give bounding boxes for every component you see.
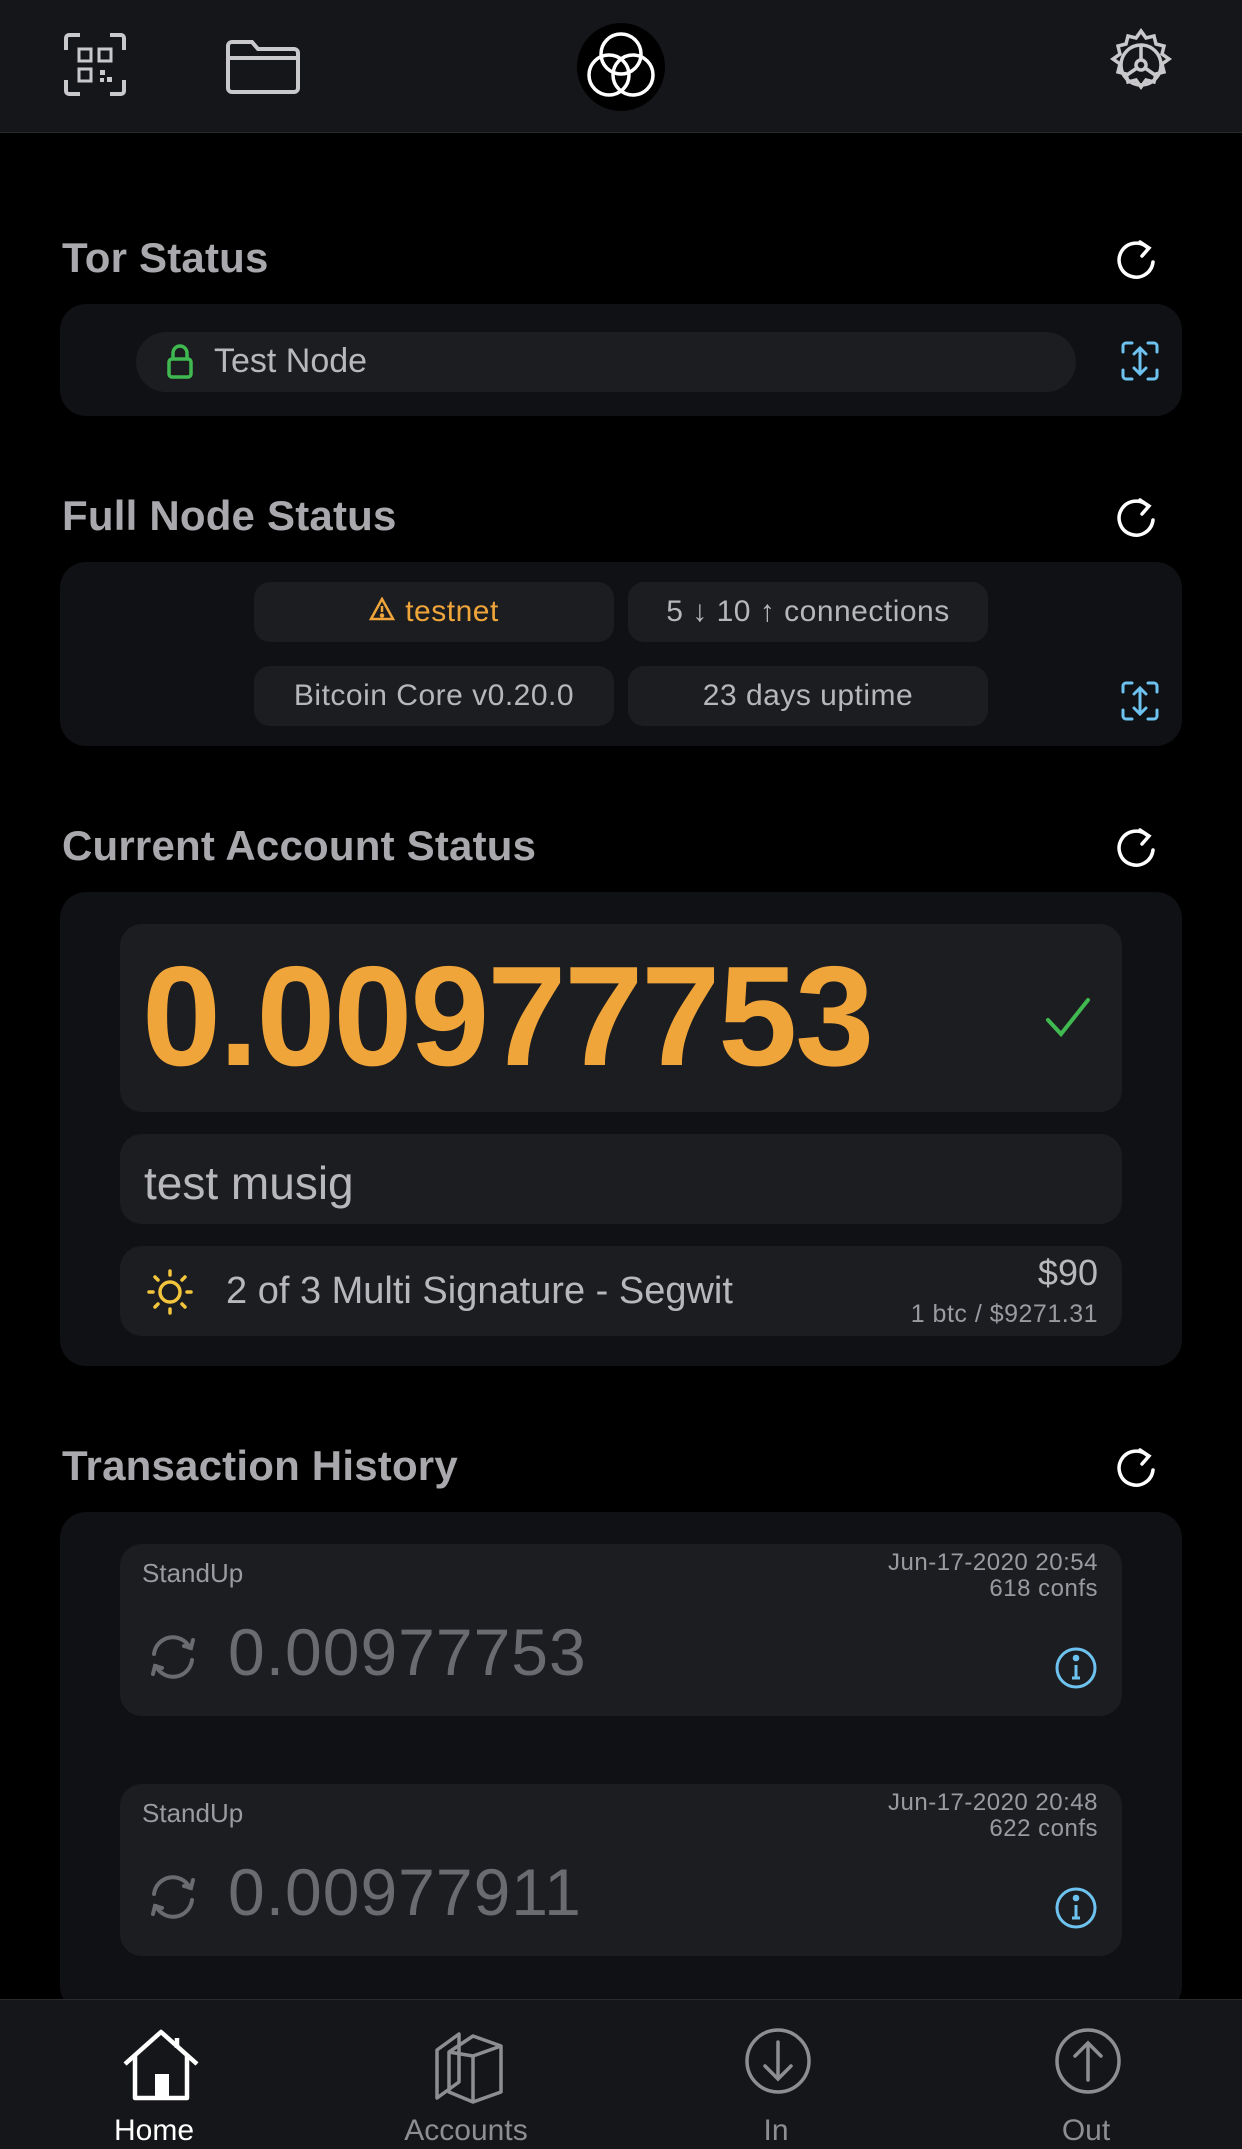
balance-box[interactable]: 0.00977753 xyxy=(120,924,1122,1112)
transaction-history-title: Transaction History xyxy=(62,1442,458,1489)
account-status-card: 0.00977753 test musig 2 of 3 Multi Signa… xyxy=(60,892,1182,1366)
home-icon xyxy=(123,2029,199,2101)
tx-date: Jun-17-2020 20:54 xyxy=(888,1549,1098,1576)
expand-icon[interactable] xyxy=(1120,340,1160,387)
gear-icon[interactable] xyxy=(1104,27,1178,102)
account-status-title: Current Account Status xyxy=(62,822,537,869)
tab-home[interactable]: Home xyxy=(54,2000,254,2149)
tor-status-title: Tor Status xyxy=(62,234,269,281)
transaction-row[interactable]: StandUp Jun-17-2020 20:48 622 confs 0.00… xyxy=(120,1784,1122,1956)
info-icon[interactable] xyxy=(1054,1646,1098,1695)
tab-bar: Home Accounts In Out xyxy=(0,1999,1242,2149)
account-name: test musig xyxy=(144,1157,354,1209)
full-node-status-title: Full Node Status xyxy=(62,492,397,539)
arrow-up-circle-icon xyxy=(1055,2028,1121,2094)
account-name-box[interactable]: test musig xyxy=(120,1134,1122,1224)
tx-amount: 0.00977911 xyxy=(228,1855,582,1929)
network-label: testnet xyxy=(405,595,499,628)
version-badge: Bitcoin Core v0.20.0 xyxy=(254,666,614,726)
full-node-status-card: testnet 5 ↓ 10 ↑ connections Bitcoin Cor… xyxy=(60,562,1182,746)
tx-date: Jun-17-2020 20:48 xyxy=(888,1789,1098,1816)
tab-label: Home xyxy=(113,2114,195,2147)
tx-confs: 618 confs xyxy=(989,1575,1098,1602)
fiat-value: $90 xyxy=(1037,1252,1098,1293)
btc-rate: 1 btc / $9271.31 xyxy=(910,1300,1098,1328)
logo-rings-icon xyxy=(576,22,666,112)
network-badge: testnet xyxy=(254,582,614,642)
expand-icon[interactable] xyxy=(1120,680,1160,727)
tab-accounts[interactable]: Accounts xyxy=(366,2000,566,2149)
tab-in[interactable]: In xyxy=(676,2000,876,2149)
account-type: 2 of 3 Multi Signature - Segwit xyxy=(226,1270,733,1312)
qr-scan-icon[interactable] xyxy=(62,32,128,98)
stacked-cards-icon xyxy=(435,2032,503,2104)
top-bar xyxy=(0,0,1242,133)
tor-node-label: Test Node xyxy=(214,342,368,380)
arrow-down-circle-icon xyxy=(745,2028,811,2094)
sun-icon xyxy=(146,1268,194,1321)
uptime-badge: 23 days uptime xyxy=(628,666,988,726)
refresh-icon[interactable] xyxy=(1112,1444,1160,1492)
tor-status-card: Test Node xyxy=(60,304,1182,416)
sync-icon xyxy=(146,1634,200,1685)
refresh-icon[interactable] xyxy=(1112,494,1160,542)
tab-out[interactable]: Out xyxy=(986,2000,1186,2149)
tor-node-pill[interactable]: Test Node xyxy=(136,332,1076,392)
info-icon[interactable] xyxy=(1054,1886,1098,1935)
transaction-row[interactable]: StandUp Jun-17-2020 20:54 618 confs 0.00… xyxy=(120,1544,1122,1716)
tab-label: Out xyxy=(1061,2114,1111,2147)
tab-label: Accounts xyxy=(404,2114,528,2147)
refresh-icon[interactable] xyxy=(1112,236,1160,284)
account-type-box[interactable]: 2 of 3 Multi Signature - Segwit $90 1 bt… xyxy=(120,1246,1122,1336)
warning-icon xyxy=(369,595,396,629)
tx-label: StandUp xyxy=(142,1798,244,1828)
tx-confs: 622 confs xyxy=(989,1815,1098,1842)
check-icon xyxy=(1044,994,1092,1047)
account-balance: 0.00977753 xyxy=(142,937,874,1096)
tx-date-block: Jun-17-2020 20:54 618 confs xyxy=(888,1550,1098,1602)
lock-icon xyxy=(166,342,194,385)
tx-label: StandUp xyxy=(142,1558,244,1588)
transaction-history-card: StandUp Jun-17-2020 20:54 618 confs 0.00… xyxy=(60,1512,1182,2012)
connections-badge: 5 ↓ 10 ↑ connections xyxy=(628,582,988,642)
folder-icon[interactable] xyxy=(224,36,302,96)
tx-date-block: Jun-17-2020 20:48 622 confs xyxy=(888,1790,1098,1842)
tx-amount: 0.00977753 xyxy=(228,1615,587,1689)
sync-icon xyxy=(146,1874,200,1925)
refresh-icon[interactable] xyxy=(1112,824,1160,872)
tab-label: In xyxy=(763,2114,789,2147)
